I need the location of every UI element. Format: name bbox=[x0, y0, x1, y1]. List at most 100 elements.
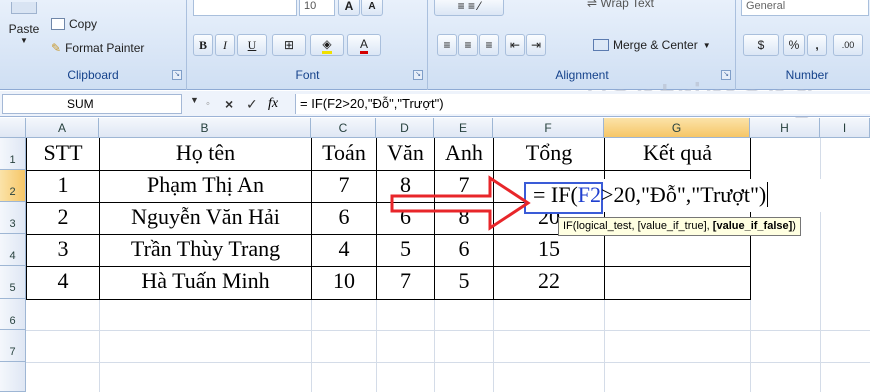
gridline bbox=[434, 299, 435, 392]
column-header-d[interactable]: D bbox=[376, 118, 434, 138]
cell-e2[interactable]: 7 bbox=[435, 172, 493, 198]
comma-button[interactable]: , bbox=[807, 34, 827, 56]
header-tong[interactable]: Tổng bbox=[494, 140, 604, 166]
column-header-a[interactable]: A bbox=[26, 118, 99, 138]
tooltip-active-argument: [value_if_false] bbox=[712, 220, 793, 232]
font-size-field[interactable]: 10 bbox=[299, 0, 335, 16]
format-painter-button[interactable]: ✎ Format Painter bbox=[51, 41, 144, 55]
row-header-5[interactable]: 5 bbox=[0, 266, 26, 299]
bold-button[interactable]: B bbox=[193, 34, 213, 56]
cell-d2[interactable]: 8 bbox=[377, 172, 434, 198]
align-right-button[interactable]: ≡ bbox=[479, 34, 499, 56]
cell-a5[interactable]: 4 bbox=[27, 268, 99, 294]
row-header-2[interactable]: 2 bbox=[0, 170, 26, 202]
italic-button[interactable]: I bbox=[215, 34, 235, 56]
cell-c3[interactable]: 6 bbox=[312, 204, 376, 230]
row-header-6[interactable]: 6 bbox=[0, 299, 26, 330]
cell-e4[interactable]: 6 bbox=[435, 236, 493, 262]
gridline bbox=[26, 362, 870, 363]
header-van[interactable]: Văn bbox=[377, 140, 434, 166]
borders-button[interactable]: ⊞ bbox=[272, 34, 306, 56]
formula-input[interactable]: = IF(F2>20,"Đỗ","Trượt") bbox=[295, 94, 870, 114]
table-border bbox=[26, 170, 751, 171]
gridline bbox=[99, 299, 100, 392]
row-header-8[interactable] bbox=[0, 362, 26, 392]
font-name-field[interactable] bbox=[193, 0, 297, 16]
increase-indent-button[interactable]: ⇥ bbox=[526, 34, 546, 56]
select-all-corner[interactable] bbox=[0, 118, 26, 138]
table-border bbox=[26, 299, 751, 300]
align-top-button[interactable]: ≡ ≡ ⁄ bbox=[434, 0, 504, 16]
currency-button[interactable]: $ bbox=[743, 34, 779, 56]
cell-b4[interactable]: Trần Thùy Trang bbox=[100, 236, 311, 262]
cell-d3[interactable]: 6 bbox=[377, 204, 434, 230]
clipboard-launcher-icon[interactable]: ↘ bbox=[172, 70, 182, 80]
wrap-text-button[interactable]: ⇌ Wrap Text bbox=[587, 0, 654, 10]
gridline bbox=[604, 299, 605, 392]
align-center-button[interactable]: ≡ bbox=[458, 34, 478, 56]
column-header-b[interactable]: B bbox=[99, 118, 311, 138]
increase-indent-icon: ⇥ bbox=[530, 38, 542, 52]
row-header-3[interactable]: 3 bbox=[0, 202, 26, 234]
header-ket-qua[interactable]: Kết quả bbox=[605, 140, 750, 166]
cell-d4[interactable]: 5 bbox=[377, 236, 434, 262]
cell-a3[interactable]: 2 bbox=[27, 204, 99, 230]
cell-f5[interactable]: 22 bbox=[494, 268, 604, 294]
underline-button[interactable]: U bbox=[237, 34, 267, 56]
name-box-dropdown-icon[interactable]: ▼ bbox=[190, 95, 199, 105]
align-center-icon: ≡ bbox=[464, 38, 472, 52]
column-header-f[interactable]: F bbox=[493, 118, 604, 138]
table-border bbox=[26, 266, 751, 267]
font-launcher-icon[interactable]: ↘ bbox=[413, 70, 423, 80]
font-color-button[interactable]: A bbox=[347, 34, 381, 56]
decrease-indent-icon: ⇤ bbox=[509, 38, 521, 52]
row-header-4[interactable]: 4 bbox=[0, 234, 26, 266]
grow-font-button[interactable]: A bbox=[338, 0, 360, 16]
header-toan[interactable]: Toán bbox=[312, 140, 376, 166]
column-header-c[interactable]: C bbox=[311, 118, 376, 138]
align-left-icon: ≡ bbox=[443, 38, 451, 52]
header-anh[interactable]: Anh bbox=[435, 140, 493, 166]
borders-icon: ⊞ bbox=[283, 38, 295, 52]
cell-c5[interactable]: 10 bbox=[312, 268, 376, 294]
row-header-1[interactable]: 1 bbox=[0, 138, 26, 170]
cell-a4[interactable]: 3 bbox=[27, 236, 99, 262]
cell-b2[interactable]: Phạm Thị An bbox=[100, 172, 311, 198]
column-header-g[interactable]: G bbox=[604, 118, 750, 138]
column-header-e[interactable]: E bbox=[434, 118, 493, 138]
formula-bar-handle-icon: ◦ bbox=[206, 98, 210, 110]
cell-d5[interactable]: 7 bbox=[377, 268, 434, 294]
cell-e3[interactable]: 8 bbox=[435, 204, 493, 230]
number-format-field[interactable]: General bbox=[741, 0, 869, 16]
cell-a2[interactable]: 1 bbox=[27, 172, 99, 198]
cell-c2[interactable]: 7 bbox=[312, 172, 376, 198]
shrink-font-button[interactable]: A bbox=[361, 0, 383, 16]
insert-function-icon[interactable]: fx bbox=[268, 96, 278, 112]
text-cursor bbox=[767, 182, 769, 207]
cell-c4[interactable]: 4 bbox=[312, 236, 376, 262]
header-stt[interactable]: STT bbox=[27, 140, 99, 166]
percent-button[interactable]: % bbox=[783, 34, 805, 56]
copy-button[interactable]: Copy bbox=[51, 17, 97, 31]
cancel-icon[interactable]: × bbox=[225, 96, 233, 112]
gridline bbox=[820, 138, 821, 392]
fill-color-button[interactable]: ◈ bbox=[310, 34, 344, 56]
cell-b3[interactable]: Nguyễn Văn Hải bbox=[100, 204, 311, 230]
merge-icon bbox=[593, 39, 609, 51]
in-cell-formula-text[interactable]: = IF(F2>20,"Đỗ","Trượt") bbox=[533, 182, 769, 208]
align-left-button[interactable]: ≡ bbox=[437, 34, 457, 56]
decrease-indent-button[interactable]: ⇤ bbox=[505, 34, 525, 56]
cell-e5[interactable]: 5 bbox=[435, 268, 493, 294]
spreadsheet-grid: A B C D E F G H I 1 2 3 4 5 6 7 STT Họ t… bbox=[0, 118, 870, 392]
cell-b5[interactable]: Hà Tuấn Minh bbox=[100, 268, 311, 294]
paste-button[interactable]: Paste ▼ bbox=[2, 2, 46, 64]
merge-center-button[interactable]: Merge & Center ▼ bbox=[589, 34, 724, 56]
header-ho-ten[interactable]: Họ tên bbox=[100, 140, 311, 166]
column-header-h[interactable]: H bbox=[750, 118, 820, 138]
name-box[interactable]: SUM bbox=[2, 94, 182, 114]
increase-decimal-button[interactable]: .00 bbox=[833, 34, 863, 56]
column-header-i[interactable]: I bbox=[820, 118, 870, 138]
enter-icon[interactable]: ✓ bbox=[246, 96, 258, 112]
row-header-7[interactable]: 7 bbox=[0, 330, 26, 362]
cell-f4[interactable]: 15 bbox=[494, 236, 604, 262]
